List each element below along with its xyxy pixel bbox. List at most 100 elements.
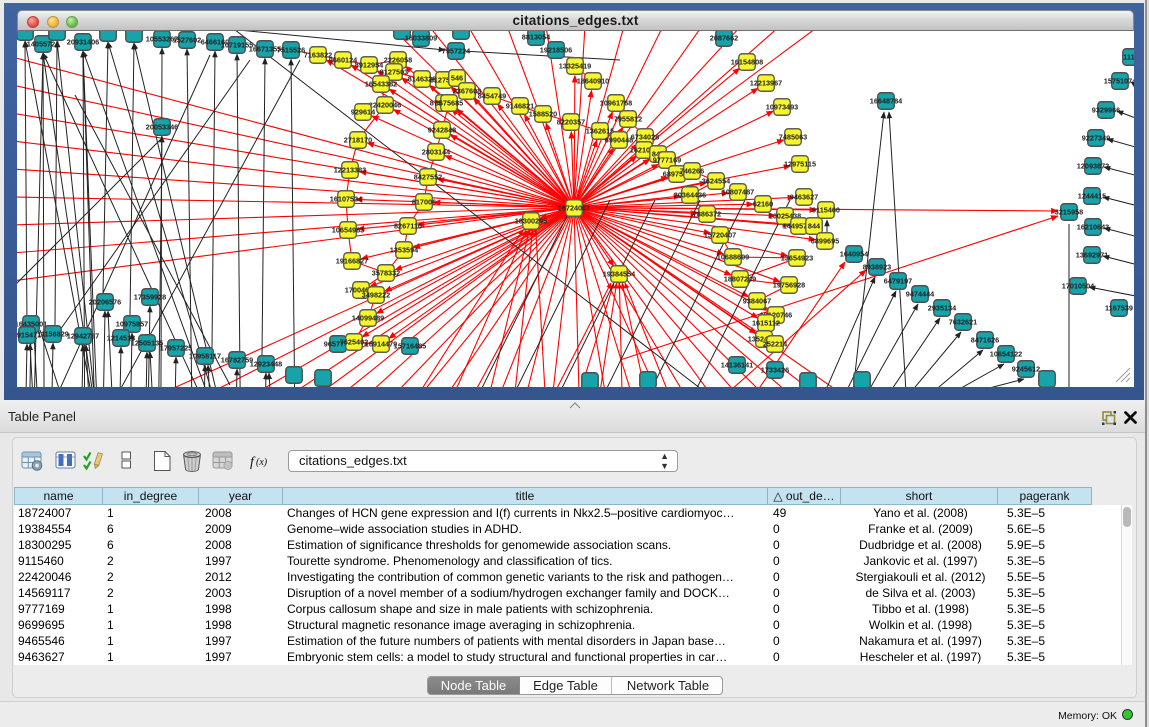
- svg-text:11156829: 11156829: [37, 330, 69, 339]
- svg-text:9777169: 9777169: [653, 156, 681, 165]
- svg-text:9245612: 9245612: [1012, 365, 1040, 374]
- svg-text:12975115: 12975115: [784, 160, 816, 169]
- svg-text:19756928: 19756928: [773, 281, 805, 290]
- svg-text:6990448: 6990448: [605, 136, 633, 145]
- svg-text:1527602: 1527602: [173, 36, 201, 45]
- svg-text:16210643: 16210643: [1077, 223, 1109, 232]
- svg-text:9660124: 9660124: [329, 56, 358, 65]
- svg-text:8938923: 8938923: [863, 263, 891, 272]
- svg-text:13692971: 13692971: [1076, 251, 1108, 260]
- svg-text:12923448: 12923448: [250, 360, 282, 369]
- svg-text:12093872: 12093872: [1077, 162, 1109, 171]
- svg-text:14099489: 14099489: [352, 314, 384, 323]
- svg-text:9474444: 9474444: [906, 290, 935, 299]
- svg-text:252214: 252214: [763, 340, 788, 349]
- svg-text:2803144: 2803144: [422, 148, 451, 157]
- svg-text:20053346: 20053346: [146, 123, 178, 132]
- svg-text:10958117: 10958117: [189, 352, 221, 361]
- svg-text:12942737: 12942737: [67, 332, 99, 341]
- svg-text:18807249: 18807249: [724, 275, 756, 284]
- svg-text:1588520: 1588520: [529, 110, 557, 119]
- svg-text:16782759: 16782759: [221, 356, 253, 365]
- svg-text:18300295: 18300295: [515, 217, 547, 226]
- svg-text:8813054: 8813054: [522, 33, 551, 42]
- svg-text:10654983: 10654983: [332, 226, 364, 235]
- svg-text:6734028: 6734028: [631, 133, 659, 142]
- svg-text:12213967: 12213967: [750, 79, 782, 88]
- svg-text:9384067: 9384067: [743, 297, 771, 306]
- svg-text:16107534: 16107534: [330, 195, 363, 204]
- svg-text:546: 546: [451, 74, 463, 83]
- svg-text:8471626: 8471626: [971, 336, 999, 345]
- svg-text:8675685: 8675685: [435, 99, 463, 108]
- svg-text:15720407: 15720407: [704, 231, 736, 240]
- svg-text:(x): (x): [256, 457, 268, 468]
- svg-text:7485063: 7485063: [779, 133, 807, 142]
- svg-text:2718170: 2718170: [344, 136, 372, 145]
- svg-text:9227349: 9227349: [1082, 134, 1110, 143]
- svg-text:19218506: 19218506: [540, 46, 572, 55]
- svg-text:9463627: 9463627: [790, 193, 818, 202]
- svg-text:7886372: 7886372: [693, 210, 721, 219]
- svg-text:817006: 817006: [412, 198, 436, 207]
- svg-text:1733426: 1733426: [761, 366, 789, 375]
- svg-text:10961768: 10961768: [600, 99, 632, 108]
- svg-text:19166827: 19166827: [336, 257, 368, 266]
- svg-text:16914479: 16914479: [365, 340, 397, 349]
- svg-text:7632621: 7632621: [949, 318, 977, 327]
- svg-text:19384554: 19384554: [603, 270, 636, 279]
- svg-text:16543382: 16543382: [365, 80, 397, 89]
- svg-text:8220357: 8220357: [557, 118, 585, 127]
- svg-text:844: 844: [808, 222, 821, 231]
- svg-text:1353594: 1353594: [390, 246, 419, 255]
- svg-text:7515526: 7515526: [277, 46, 305, 55]
- svg-text:1167539: 1167539: [1105, 304, 1133, 313]
- svg-text:7955812: 7955812: [614, 115, 642, 124]
- svg-text:20364436: 20364436: [674, 191, 706, 200]
- svg-text:9242848: 9242848: [428, 126, 456, 135]
- svg-text:13325419: 13325419: [559, 62, 591, 71]
- svg-text:12213383: 12213383: [334, 166, 366, 175]
- svg-text:10688609: 10688609: [717, 253, 749, 262]
- svg-text:16033809: 16033809: [405, 34, 437, 43]
- svg-text:12505135: 12505135: [131, 339, 163, 348]
- svg-text:9115460: 9115460: [812, 206, 840, 215]
- svg-text:3215958: 3215958: [1055, 208, 1083, 217]
- svg-text:16154808: 16154808: [731, 58, 763, 67]
- svg-text:2935134: 2935134: [928, 304, 957, 313]
- svg-text:13654923: 13654923: [781, 254, 813, 263]
- svg-text:16648784: 16648784: [870, 97, 903, 106]
- svg-text:17359928: 17359928: [134, 293, 166, 302]
- svg-text:2087662: 2087662: [710, 34, 738, 43]
- svg-text:9329966: 9329966: [1092, 106, 1120, 115]
- svg-text:6479197: 6479197: [884, 277, 912, 286]
- svg-text:10654122: 10654122: [990, 350, 1022, 359]
- svg-text:10975857: 10975857: [116, 320, 148, 329]
- svg-text:10973493: 10973493: [766, 103, 798, 112]
- svg-text:1640954: 1640954: [840, 250, 869, 259]
- svg-text:1117: 1117: [1123, 53, 1134, 62]
- svg-text:20931406: 20931406: [67, 38, 99, 47]
- svg-text:14136141: 14136141: [721, 361, 753, 370]
- svg-text:17957225: 17957225: [160, 344, 192, 353]
- svg-text:8267110: 8267110: [394, 222, 422, 231]
- svg-text:8454749: 8454749: [478, 92, 506, 101]
- svg-text:7957224: 7957224: [442, 47, 471, 56]
- svg-text:3624554: 3624554: [702, 177, 731, 186]
- svg-text:62160: 62160: [753, 200, 773, 209]
- svg-text:929614: 929614: [351, 108, 376, 117]
- svg-text:6899695: 6899695: [811, 237, 839, 246]
- svg-text:18640910: 18640910: [577, 77, 609, 86]
- svg-text:3498222: 3498222: [362, 291, 390, 300]
- svg-text:10807487: 10807487: [722, 188, 754, 197]
- svg-text:746266: 746266: [680, 167, 704, 176]
- svg-text:1362615: 1362615: [586, 127, 614, 136]
- svg-text:1615112: 1615112: [752, 319, 780, 328]
- svg-text:20206576: 20206576: [89, 298, 121, 307]
- svg-text:17010504: 17010504: [1062, 282, 1095, 291]
- svg-text:15716485: 15716485: [394, 342, 426, 351]
- svg-text:3578332: 3578332: [372, 269, 400, 278]
- svg-text:18724007: 18724007: [558, 204, 590, 213]
- svg-text:8427552: 8427552: [414, 173, 442, 182]
- svg-text:1244415: 1244415: [1078, 192, 1106, 201]
